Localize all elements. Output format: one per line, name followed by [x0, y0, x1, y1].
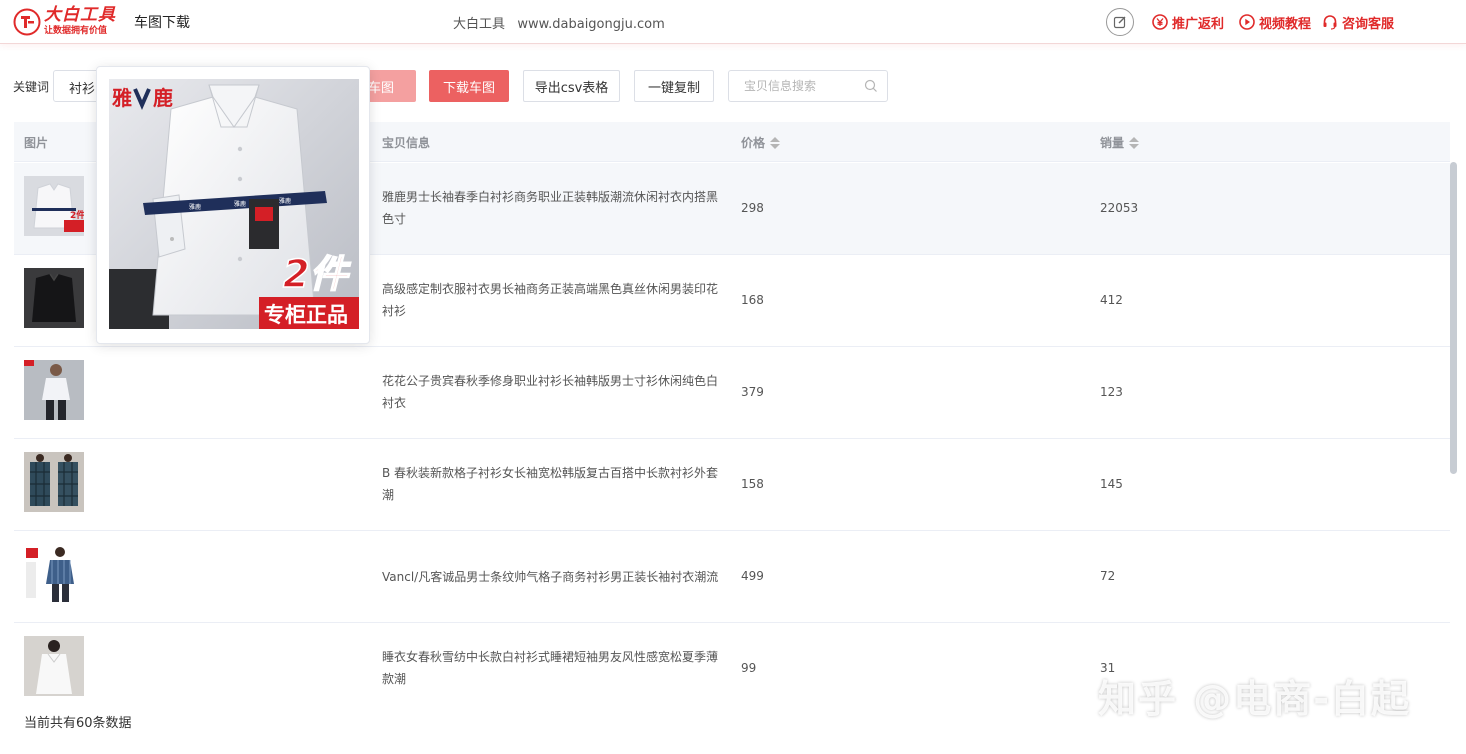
site-info: 大白工具 www.dabaigongju.com: [453, 13, 665, 32]
customer-service-link[interactable]: 咨询客服: [1322, 12, 1394, 32]
total-count: 当前共有60条数据: [24, 716, 132, 731]
copy-all-button[interactable]: 一键复制: [634, 70, 714, 102]
svg-text:2件: 2件: [70, 209, 84, 221]
download-images-button[interactable]: 下载车图: [429, 70, 509, 102]
site-name: 大白工具: [453, 17, 506, 32]
product-price: 99: [741, 661, 757, 675]
table-row[interactable]: 花花公子贵宾春秋季修身职业衬衫长袖韩版男士寸衫休闲纯色白衬衣 379 123: [14, 347, 1450, 439]
headset-icon: [1323, 15, 1337, 30]
product-sales: 412: [1100, 293, 1123, 307]
search-icon[interactable]: [864, 79, 878, 93]
product-price: 168: [741, 293, 764, 307]
item-search-box: [728, 70, 888, 102]
edit-button[interactable]: [1106, 8, 1134, 36]
white-shirt-image: 2件: [24, 176, 84, 236]
video-tutorial-label: 视频教程: [1259, 16, 1312, 32]
product-thumbnail[interactable]: [24, 268, 84, 328]
product-thumbnail[interactable]: [24, 360, 84, 420]
promo-rebate-link[interactable]: 推广返利: [1152, 12, 1224, 32]
customer-service-label: 咨询客服: [1342, 16, 1395, 32]
product-thumbnail[interactable]: 2件: [24, 176, 84, 236]
logo-title: 大白工具: [44, 5, 116, 25]
keyword-label: 关键词: [13, 80, 50, 94]
svg-text:专柜正品: 专柜正品: [264, 303, 348, 327]
col-image: 图片: [24, 136, 49, 150]
product-price: 298: [741, 201, 764, 215]
play-circle-icon: [1239, 14, 1255, 30]
export-csv-button[interactable]: 导出csv表格: [523, 70, 620, 102]
table-row[interactable]: Vancl/凡客诚品男士条纹帅气格子商务衬衫男正装长袖衬衣潮流 499 72: [14, 531, 1450, 623]
product-sales: 145: [1100, 477, 1123, 491]
product-price: 499: [741, 569, 764, 583]
svg-text:雅鹿: 雅鹿: [234, 200, 246, 208]
product-sales: 22053: [1100, 201, 1139, 215]
col-info: 宝贝信息: [382, 136, 431, 150]
product-price: 158: [741, 477, 764, 491]
app-logo[interactable]: 大白工具 让数据拥有价值: [12, 6, 122, 38]
preview-image: 雅鹿 雅鹿 雅鹿 雅 鹿 2件 专柜正品: [109, 79, 359, 329]
image-preview-popover: 雅鹿 雅鹿 雅鹿 雅 鹿 2件 专柜正品: [96, 66, 370, 344]
sleep-shirt-image: [24, 636, 84, 696]
product-price: 379: [741, 385, 764, 399]
site-url: www.dabaigongju.com: [517, 17, 665, 32]
product-thumbnail[interactable]: [24, 636, 84, 696]
brand-logo-text: 雅: [112, 86, 132, 110]
white-shirt-large-image: 雅鹿 雅鹿 雅鹿 雅 鹿 2件 专柜正品: [109, 79, 359, 329]
yen-circle-icon: [1152, 14, 1168, 30]
product-sales: 72: [1100, 569, 1116, 583]
sort-sales-icon[interactable]: [1129, 136, 1140, 149]
product-title: 睡衣女春秋雪纺中长款白衬衫式睡裙短袖男友风性感宽松夏季薄款潮: [382, 650, 719, 686]
product-title: 雅鹿男士长袖春季白衬衫商务职业正装韩版潮流休闲衬衣内搭黑色寸: [382, 190, 719, 226]
edit-icon: [1113, 16, 1126, 29]
product-sales: 123: [1100, 385, 1123, 399]
video-tutorial-link[interactable]: 视频教程: [1239, 12, 1311, 32]
product-title: 高级感定制衣服衬衣男长袖商务正装高端黑色真丝休闲男装印花衬衫: [382, 282, 719, 318]
product-title: 花花公子贵宾春秋季修身职业衬衫长袖韩版男士寸衫休闲纯色白衬衣: [382, 374, 719, 410]
table-scrollbar-thumb[interactable]: [1450, 162, 1457, 474]
col-price-label: 价格: [741, 136, 766, 150]
svg-text:鹿: 鹿: [153, 86, 173, 110]
svg-text:雅鹿: 雅鹿: [279, 197, 291, 205]
product-thumbnail[interactable]: [24, 452, 84, 512]
sort-price-icon[interactable]: [770, 136, 781, 149]
black-shirt-image: [24, 268, 84, 328]
product-thumbnail[interactable]: [24, 544, 84, 604]
col-sales-label: 销量: [1100, 136, 1125, 150]
page-title: 车图下载: [134, 15, 190, 31]
logo-slogan: 让数据拥有价值: [44, 26, 108, 36]
top-header: 大白工具 让数据拥有价值 车图下载 大白工具 www.dabaigongju.c…: [0, 0, 1466, 44]
watermark: 知乎 @电商-白起: [1098, 677, 1412, 721]
svg-text:2件: 2件: [283, 252, 351, 296]
col-sales[interactable]: 销量: [1100, 134, 1140, 151]
product-title: Vancl/凡客诚品男士条纹帅气格子商务衬衫男正装长袖衬衣潮流: [382, 570, 719, 584]
striped-shirt-image: [24, 544, 84, 604]
promo-rebate-label: 推广返利: [1172, 16, 1225, 32]
plaid-coat-image: [24, 452, 84, 512]
product-title: B 春秋装新款格子衬衫女长袖宽松韩版复古百搭中长款衬衫外套潮: [382, 466, 719, 502]
model-white-shirt-image: [24, 360, 84, 420]
col-price[interactable]: 价格: [741, 134, 781, 151]
logo-mark-icon: [13, 8, 41, 36]
item-search-input[interactable]: [729, 71, 859, 101]
svg-text:雅鹿: 雅鹿: [189, 203, 201, 211]
table-row[interactable]: B 春秋装新款格子衬衫女长袖宽松韩版复古百搭中长款衬衫外套潮 158 145: [14, 439, 1450, 531]
